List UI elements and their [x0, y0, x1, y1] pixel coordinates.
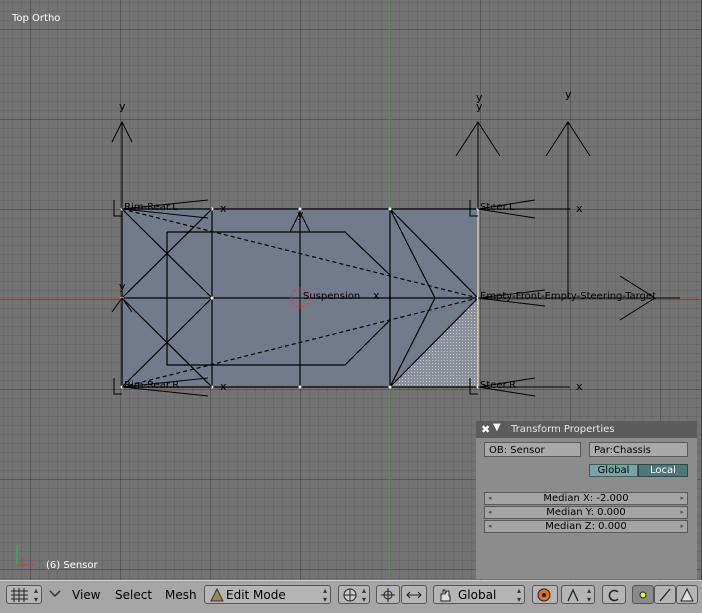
- view-menu[interactable]: View: [72, 586, 100, 605]
- edge-select-button[interactable]: [654, 585, 676, 604]
- panel-title: Transform Properties: [511, 424, 615, 435]
- viewport-title: Top Ortho: [12, 13, 61, 24]
- steer-l-x-label: x: [576, 202, 583, 215]
- face-select-icon: [680, 587, 694, 602]
- draw-type-icon: [343, 588, 357, 602]
- steer-r-x-label: x: [576, 380, 583, 393]
- snap-select[interactable]: ▴ ▾: [561, 585, 595, 604]
- chevron-updown-icon: ▴ ▾: [33, 586, 38, 604]
- pivot-select[interactable]: [376, 585, 400, 604]
- median-x-value: Median X: -2.000: [543, 493, 629, 504]
- draw-type-select[interactable]: ▴ ▾: [338, 585, 370, 604]
- decrement-arrow-icon[interactable]: ◂: [488, 521, 492, 532]
- suspension-label: Suspension: [303, 291, 360, 302]
- global-toggle[interactable]: Global: [589, 464, 638, 477]
- edge-select-icon: [659, 588, 671, 602]
- vertex-select-icon: [639, 591, 647, 599]
- transform-manipulator-icon: [406, 591, 422, 599]
- proportional-edit-icon: [537, 588, 551, 602]
- proportional-edit-button[interactable]: [532, 585, 558, 604]
- face-select-button[interactable]: [676, 585, 698, 604]
- empty-front-label: Empty-Front-Empty-Steering-Target: [480, 291, 656, 302]
- median-x-field[interactable]: ◂ Median X: -2.000 ▸: [484, 492, 688, 505]
- select-menu[interactable]: Select: [115, 586, 152, 605]
- close-icon[interactable]: ✖: [481, 423, 490, 436]
- mode-label: Edit Mode: [226, 588, 286, 602]
- center-left-y-label: y: [119, 280, 126, 293]
- mode-select[interactable]: Edit Mode ▴ ▾: [204, 585, 331, 604]
- undo-icon: [608, 589, 619, 602]
- parent-field[interactable]: Par:Chassis: [589, 442, 688, 457]
- median-y-value: Median Y: 0.000: [546, 507, 626, 518]
- orientation-label: Global: [458, 588, 497, 602]
- rim-rear-l-y-label: y: [119, 100, 126, 113]
- steer-target-y-label: y: [565, 88, 572, 101]
- rim-rear-l-label: Rim-Rear.L: [124, 202, 178, 213]
- increment-arrow-icon[interactable]: ▸: [680, 507, 684, 518]
- mesh-menu[interactable]: Mesh: [165, 586, 197, 605]
- median-y-field[interactable]: ◂ Median Y: 0.000 ▸: [484, 506, 688, 519]
- snap-icon: [567, 588, 579, 602]
- editor-type-button[interactable]: ▴ ▾: [6, 585, 42, 604]
- transform-manipulator-button[interactable]: [401, 585, 427, 604]
- rim-rear-l-x-label: x: [220, 202, 227, 215]
- suspension-y-label: y: [297, 208, 304, 221]
- rim-rear-r-label: Rim-Rear.R: [124, 380, 179, 391]
- edit-mode-icon: [210, 588, 224, 602]
- local-toggle[interactable]: Local: [638, 464, 688, 477]
- median-z-field[interactable]: ◂ Median Z: 0.000 ▸: [484, 520, 688, 533]
- editor-type-icon: [11, 588, 28, 602]
- viewport-status: (6) Sensor: [46, 560, 98, 571]
- view3d-header: ▴ ▾ View Select Mesh Edit Mode ▴ ▾ ▴ ▾ Gl: [0, 580, 702, 613]
- axis-gizmo: x: [16, 545, 34, 566]
- increment-arrow-icon[interactable]: ▸: [680, 493, 684, 504]
- undo-button[interactable]: [602, 585, 626, 604]
- median-z-value: Median Z: 0.000: [545, 521, 627, 532]
- object-name-field[interactable]: OB: Sensor: [484, 442, 581, 457]
- decrement-arrow-icon[interactable]: ◂: [488, 493, 492, 504]
- rim-rear-r-x-label: x: [220, 380, 227, 393]
- increment-arrow-icon[interactable]: ▸: [680, 521, 684, 532]
- orientation-select[interactable]: Global ▴ ▾: [433, 585, 525, 604]
- suspension-x-label: x: [373, 289, 380, 302]
- vertex-select-button[interactable]: [632, 585, 654, 604]
- hand-icon: [440, 589, 451, 602]
- collapse-icon[interactable]: ▼: [493, 422, 501, 433]
- chevron-updown-icon: ▴ ▾: [322, 586, 327, 604]
- menu-collapse-icon[interactable]: [48, 585, 62, 604]
- panel-header[interactable]: ✖ ▼ Transform Properties: [476, 421, 697, 438]
- steer-l-label: Steer.L: [480, 202, 515, 213]
- decrement-arrow-icon[interactable]: ◂: [488, 507, 492, 518]
- steer-l-y2-label: y: [476, 91, 483, 104]
- svg-text:x: x: [20, 555, 26, 565]
- 3d-viewport[interactable]: y Rim-Rear.L x y Rim-Rear.R x y Suspensi…: [0, 0, 702, 580]
- chevron-updown-icon: ▴ ▾: [586, 586, 591, 604]
- transform-properties-panel[interactable]: ✖ ▼ Transform Properties OB: Sensor Par:…: [476, 421, 697, 579]
- pivot-icon: [381, 588, 395, 602]
- chevron-updown-icon: ▴ ▾: [516, 586, 521, 604]
- chevron-updown-icon: ▴ ▾: [361, 586, 366, 604]
- steer-r-label: Steer.R: [480, 380, 516, 391]
